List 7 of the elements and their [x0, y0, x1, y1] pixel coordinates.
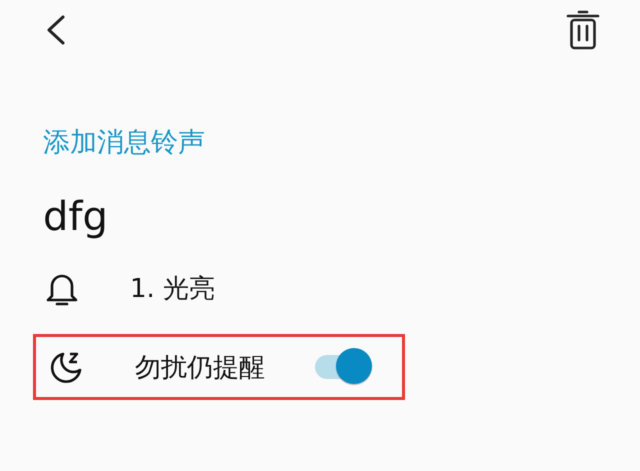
ringtone-name: dfg [43, 194, 109, 240]
ringtone-label[interactable]: 1. 光亮 [130, 270, 216, 306]
back-icon[interactable] [45, 14, 67, 46]
dnd-label: 勿扰仍提醒 [135, 352, 265, 384]
moon-icon [49, 350, 83, 384]
section-title: 添加消息铃声 [43, 126, 206, 160]
trash-icon[interactable] [566, 10, 600, 50]
